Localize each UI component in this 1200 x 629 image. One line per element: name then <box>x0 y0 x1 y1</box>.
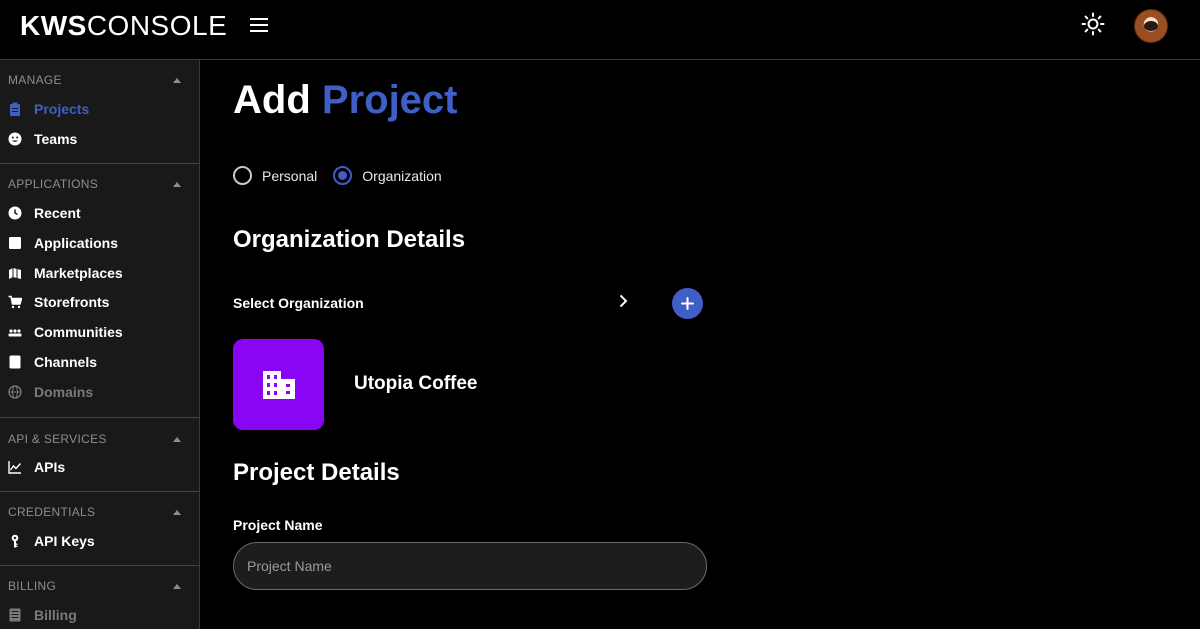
billing-icon <box>8 608 22 622</box>
clipboard-icon <box>8 102 22 116</box>
section-title: BILLING <box>8 579 57 593</box>
section-header-applications[interactable]: APPLICATIONS <box>0 171 199 197</box>
section-title: CREDENTIALS <box>8 505 96 519</box>
cart-icon <box>8 295 22 309</box>
sidebar-divider <box>0 417 199 418</box>
chevron-right-icon[interactable] <box>616 294 630 308</box>
logo-light-text: CONSOLE <box>86 10 228 41</box>
sidebar-item-label: Applications <box>34 235 119 251</box>
sun-icon[interactable] <box>1081 12 1105 36</box>
app-logo[interactable]: KWSCONSOLE <box>20 10 227 42</box>
sidebar-item-label: Domains <box>34 384 94 400</box>
main-content: Add Project Personal Organization Organi… <box>200 60 1200 629</box>
sidebar-divider <box>0 163 199 164</box>
project-details-heading: Project Details <box>233 459 400 486</box>
sidebar-item-storefronts[interactable]: Storefronts <box>0 288 199 316</box>
sidebar-item-label: Storefronts <box>34 294 110 310</box>
marketplace-icon <box>8 266 22 280</box>
organization-name[interactable]: Utopia Coffee <box>354 373 478 395</box>
user-avatar[interactable] <box>1134 9 1168 43</box>
sidebar-item-label: Projects <box>34 101 90 117</box>
sidebar-item-projects[interactable]: Projects <box>0 95 199 123</box>
people-icon <box>8 325 22 339</box>
sidebar-item-label: Recent <box>34 205 81 221</box>
radio-organization[interactable] <box>333 166 353 185</box>
sidebar-item-domains[interactable]: Domains <box>0 378 199 406</box>
radio-label-organization: Organization <box>362 167 442 184</box>
page-title-accent: Project <box>321 78 458 122</box>
page-title-plain: Add <box>233 78 311 122</box>
organization-details-heading: Organization Details <box>233 226 466 253</box>
collapse-caret-icon <box>173 583 181 589</box>
collapse-caret-icon <box>173 181 181 187</box>
sidebar-item-label: Communities <box>34 324 123 340</box>
sidebar-item-channels[interactable]: Channels <box>0 348 199 376</box>
sidebar-item-label: Marketplaces <box>34 265 123 281</box>
sidebar-item-api-keys[interactable]: API Keys <box>0 527 199 555</box>
channel-icon <box>8 355 22 369</box>
collapse-caret-icon <box>173 436 181 442</box>
app-icon <box>8 236 22 250</box>
radio-option-organization[interactable]: Organization <box>333 166 442 185</box>
collapse-caret-icon <box>173 77 181 83</box>
sidebar-divider <box>0 565 199 566</box>
sidebar-item-label: API Keys <box>34 533 95 549</box>
organization-card[interactable] <box>233 339 324 430</box>
sidebar-item-label: Teams <box>34 131 78 147</box>
sidebar-item-recent[interactable]: Recent <box>0 199 199 227</box>
sidebar-item-teams[interactable]: Teams <box>0 125 199 153</box>
sidebar-item-apis[interactable]: APIs <box>0 453 199 481</box>
sidebar: MANAGE Projects Teams APPLICATIONS Recen… <box>0 60 200 629</box>
sidebar-item-marketplaces[interactable]: Marketplaces <box>0 259 199 287</box>
section-title: API & SERVICES <box>8 432 107 446</box>
section-title: APPLICATIONS <box>8 177 99 191</box>
sidebar-item-label: Channels <box>34 354 98 370</box>
sidebar-item-label: APIs <box>34 459 66 475</box>
globe-icon <box>8 385 22 399</box>
select-organization-label: Select Organization <box>233 295 364 311</box>
avatar-cup-icon <box>1144 21 1158 31</box>
sidebar-item-label: Billing <box>34 607 77 623</box>
section-header-manage[interactable]: MANAGE <box>0 67 199 93</box>
project-name-label: Project Name <box>233 517 323 533</box>
face-icon <box>8 132 22 146</box>
plus-icon <box>681 297 694 310</box>
key-icon <box>8 534 22 548</box>
radio-personal[interactable] <box>233 166 252 185</box>
add-organization-button[interactable] <box>672 288 703 319</box>
recent-icon <box>8 206 22 220</box>
building-icon <box>262 370 295 399</box>
section-header-api-services[interactable]: API & SERVICES <box>0 426 199 452</box>
hamburger-icon[interactable] <box>250 18 268 34</box>
sidebar-item-applications[interactable]: Applications <box>0 229 199 257</box>
section-title: MANAGE <box>8 73 62 87</box>
project-name-input[interactable] <box>233 542 707 590</box>
page-title: Add Project <box>233 78 458 123</box>
section-header-credentials[interactable]: CREDENTIALS <box>0 499 199 525</box>
sidebar-item-communities[interactable]: Communities <box>0 318 199 346</box>
logo-bold-text: KWS <box>20 10 87 41</box>
project-type-radio-group: Personal Organization <box>233 166 458 185</box>
chart-icon <box>8 460 22 474</box>
collapse-caret-icon <box>173 509 181 515</box>
radio-label-personal: Personal <box>262 167 318 184</box>
sidebar-item-billing[interactable]: Billing <box>0 601 199 629</box>
top-bar: KWSCONSOLE <box>0 0 1200 60</box>
section-header-billing[interactable]: BILLING <box>0 573 199 599</box>
radio-option-personal[interactable]: Personal <box>233 166 317 185</box>
sidebar-divider <box>0 491 199 492</box>
